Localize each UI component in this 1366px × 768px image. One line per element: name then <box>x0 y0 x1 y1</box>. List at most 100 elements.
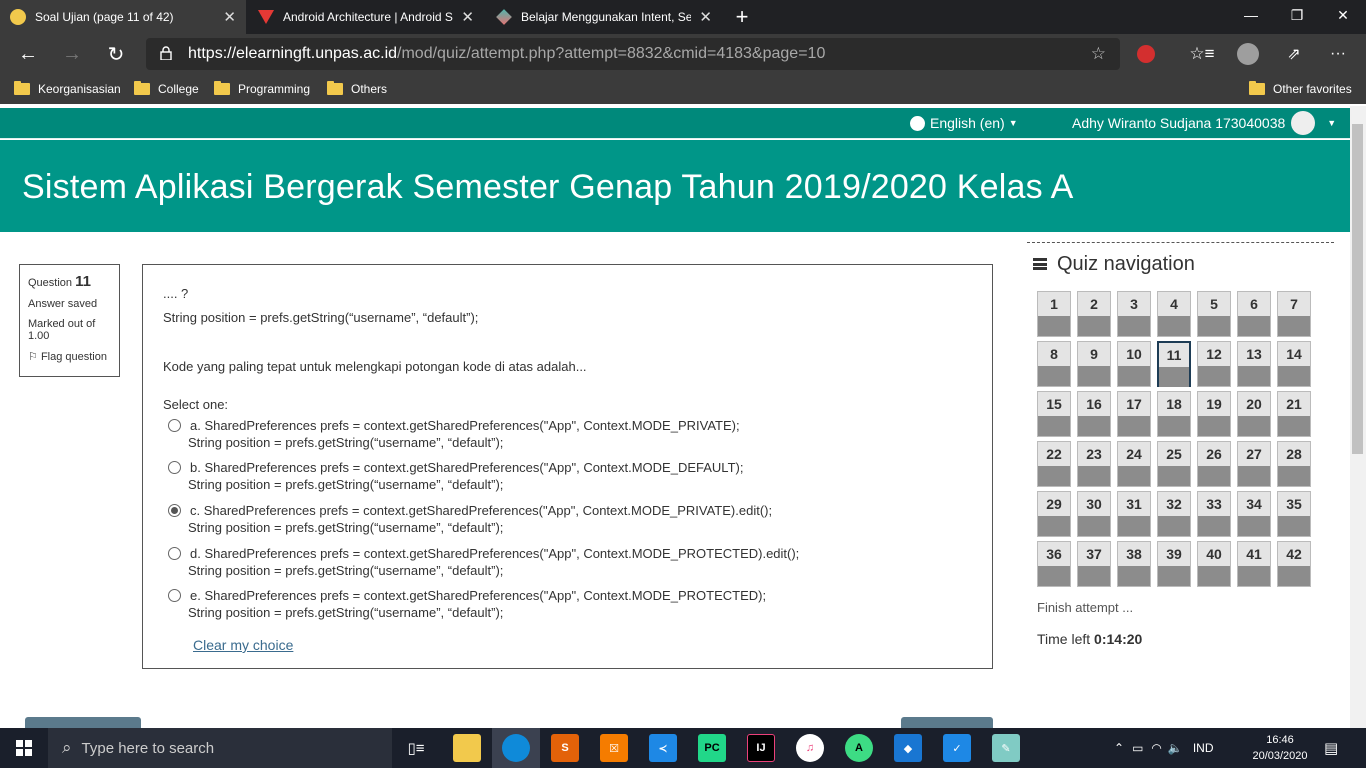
url-field[interactable]: https://elearningft.unpas.ac.id/mod/quiz… <box>146 38 1120 70</box>
input-language[interactable]: IND <box>1193 741 1214 755</box>
quiz-nav-button-15[interactable]: 15 <box>1037 391 1071 437</box>
quiz-nav-button-42[interactable]: 42 <box>1277 541 1311 587</box>
quiz-nav-button-21[interactable]: 21 <box>1277 391 1311 437</box>
tab-belajar-intent[interactable]: Belajar Menggunakan Intent, Sel ✕ <box>486 0 722 34</box>
quiz-nav-button-9[interactable]: 9 <box>1077 341 1111 387</box>
forward-icon[interactable]: → <box>52 34 92 74</box>
quiz-nav-button-38[interactable]: 38 <box>1117 541 1151 587</box>
bookmark-programming[interactable]: Programming <box>214 74 310 104</box>
quiz-nav-button-25[interactable]: 25 <box>1157 441 1191 487</box>
quiz-nav-button-37[interactable]: 37 <box>1077 541 1111 587</box>
quiz-nav-button-39[interactable]: 39 <box>1157 541 1191 587</box>
quiz-nav-button-18[interactable]: 18 <box>1157 391 1191 437</box>
quiz-nav-button-20[interactable]: 20 <box>1237 391 1271 437</box>
quiz-nav-button-33[interactable]: 33 <box>1197 491 1231 537</box>
language-menu[interactable]: English (en) ▼ <box>910 108 1018 138</box>
favorite-star-icon[interactable]: ☆ <box>1091 44 1106 64</box>
quiz-nav-button-3[interactable]: 3 <box>1117 291 1151 337</box>
xampp-icon[interactable]: ☒ <box>600 734 628 762</box>
quiz-nav-button-13[interactable]: 13 <box>1237 341 1271 387</box>
pycharm-icon[interactable]: PC <box>698 734 726 762</box>
virtualbox-icon[interactable]: ◆ <box>894 734 922 762</box>
bookmark-others[interactable]: Others <box>327 74 387 104</box>
radio-button-c[interactable] <box>168 504 181 517</box>
finish-attempt-link[interactable]: Finish attempt ... <box>1037 600 1133 615</box>
quiz-nav-button-31[interactable]: 31 <box>1117 491 1151 537</box>
quiz-nav-button-28[interactable]: 28 <box>1277 441 1311 487</box>
quiz-nav-button-16[interactable]: 16 <box>1077 391 1111 437</box>
scrollbar-thumb[interactable] <box>1352 124 1363 454</box>
restore-icon[interactable]: ❐ <box>1274 0 1320 30</box>
quiz-nav-button-8[interactable]: 8 <box>1037 341 1071 387</box>
user-menu[interactable]: Adhy Wiranto Sudjana 173040038 ▼ <box>1072 108 1336 138</box>
quiz-nav-button-6[interactable]: 6 <box>1237 291 1271 337</box>
extension-red-icon[interactable] <box>1126 34 1166 74</box>
refresh-icon[interactable]: ↻ <box>96 34 136 74</box>
quiz-nav-button-4[interactable]: 4 <box>1157 291 1191 337</box>
start-button[interactable] <box>0 728 48 768</box>
new-tab-button[interactable]: + <box>728 0 756 34</box>
quiz-nav-button-30[interactable]: 30 <box>1077 491 1111 537</box>
quiz-nav-button-32[interactable]: 32 <box>1157 491 1191 537</box>
quiz-nav-button-10[interactable]: 10 <box>1117 341 1151 387</box>
quiz-nav-button-22[interactable]: 22 <box>1037 441 1071 487</box>
quiz-nav-button-36[interactable]: 36 <box>1037 541 1071 587</box>
quiz-nav-button-19[interactable]: 19 <box>1197 391 1231 437</box>
bookmark-keorganisasian[interactable]: Keorganisasian <box>14 74 121 104</box>
close-icon[interactable]: ✕ <box>699 8 712 26</box>
task-view-icon[interactable]: ▯≡ <box>402 734 430 762</box>
quiz-nav-button-5[interactable]: 5 <box>1197 291 1231 337</box>
quiz-nav-button-41[interactable]: 41 <box>1237 541 1271 587</box>
quiz-nav-button-26[interactable]: 26 <box>1197 441 1231 487</box>
share-icon[interactable]: ⇗ <box>1274 34 1314 74</box>
clear-choice-link[interactable]: Clear my choice <box>193 637 293 653</box>
quiz-nav-button-29[interactable]: 29 <box>1037 491 1071 537</box>
quiz-nav-button-12[interactable]: 12 <box>1197 341 1231 387</box>
quiz-nav-button-23[interactable]: 23 <box>1077 441 1111 487</box>
notepad-icon[interactable]: ✎ <box>992 734 1020 762</box>
quiz-nav-button-27[interactable]: 27 <box>1237 441 1271 487</box>
quiz-nav-button-11[interactable]: 11 <box>1157 341 1191 387</box>
previous-page-button[interactable] <box>25 717 141 728</box>
favorites-list-icon[interactable]: ☆≡ <box>1182 34 1222 74</box>
wifi-icon[interactable]: ◠ <box>1151 741 1161 755</box>
quiz-nav-button-17[interactable]: 17 <box>1117 391 1151 437</box>
tab-android-architecture[interactable]: Android Architecture | Android S ✕ <box>248 0 484 34</box>
quiz-nav-button-14[interactable]: 14 <box>1277 341 1311 387</box>
radio-button-b[interactable] <box>168 461 181 474</box>
battery-icon[interactable]: ▭ <box>1132 741 1143 755</box>
todo-check-icon[interactable]: ✓ <box>943 734 971 762</box>
more-icon[interactable]: ··· <box>1318 34 1358 74</box>
back-icon[interactable]: ← <box>8 34 48 74</box>
itunes-icon[interactable]: ♫ <box>796 734 824 762</box>
volume-icon[interactable]: 🔈 <box>1168 741 1183 755</box>
edge-browser-icon[interactable] <box>502 734 530 762</box>
intellij-icon[interactable]: IJ <box>747 734 775 762</box>
file-explorer-icon[interactable] <box>453 734 481 762</box>
close-icon[interactable]: ✕ <box>461 8 474 26</box>
bookmark-college[interactable]: College <box>134 74 199 104</box>
next-page-button[interactable] <box>901 717 993 728</box>
tab-soal-ujian[interactable]: Soal Ujian (page 11 of 42) ✕ <box>0 0 246 34</box>
flag-question-link[interactable]: ⚐ Flag question <box>28 350 111 363</box>
chevron-up-icon[interactable]: ⌃ <box>1114 741 1124 755</box>
minimize-icon[interactable]: — <box>1228 0 1274 30</box>
android-studio-icon[interactable]: A <box>845 734 873 762</box>
close-window-icon[interactable]: ✕ <box>1320 0 1366 30</box>
quiz-nav-button-34[interactable]: 34 <box>1237 491 1271 537</box>
radio-button-e[interactable] <box>168 589 181 602</box>
quiz-nav-button-35[interactable]: 35 <box>1277 491 1311 537</box>
radio-button-d[interactable] <box>168 547 181 560</box>
quiz-nav-button-7[interactable]: 7 <box>1277 291 1311 337</box>
close-icon[interactable]: ✕ <box>223 8 236 26</box>
profile-icon[interactable] <box>1228 34 1268 74</box>
quiz-nav-button-24[interactable]: 24 <box>1117 441 1151 487</box>
taskbar-search-box[interactable]: ⌕ Type here to search <box>48 728 392 768</box>
taskbar-clock[interactable]: 16:46 20/03/2020 <box>1248 732 1312 764</box>
sublime-text-icon[interactable]: S <box>551 734 579 762</box>
radio-button-a[interactable] <box>168 419 181 432</box>
quiz-nav-button-2[interactable]: 2 <box>1077 291 1111 337</box>
quiz-nav-button-40[interactable]: 40 <box>1197 541 1231 587</box>
notification-icon[interactable]: ▤ <box>1324 728 1338 768</box>
quiz-nav-button-1[interactable]: 1 <box>1037 291 1071 337</box>
